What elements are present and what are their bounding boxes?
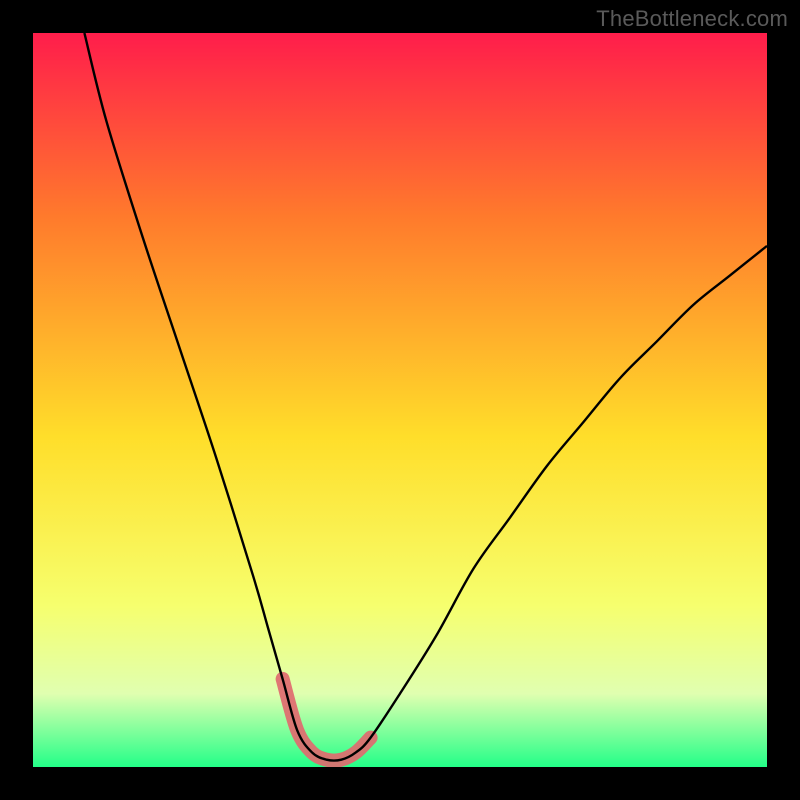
chart-frame: TheBottleneck.com	[0, 0, 800, 800]
bottleneck-curve	[84, 33, 767, 761]
plot-area	[33, 33, 767, 767]
trough-highlight	[283, 679, 371, 761]
watermark-text: TheBottleneck.com	[596, 6, 788, 32]
curve-layer	[33, 33, 767, 767]
